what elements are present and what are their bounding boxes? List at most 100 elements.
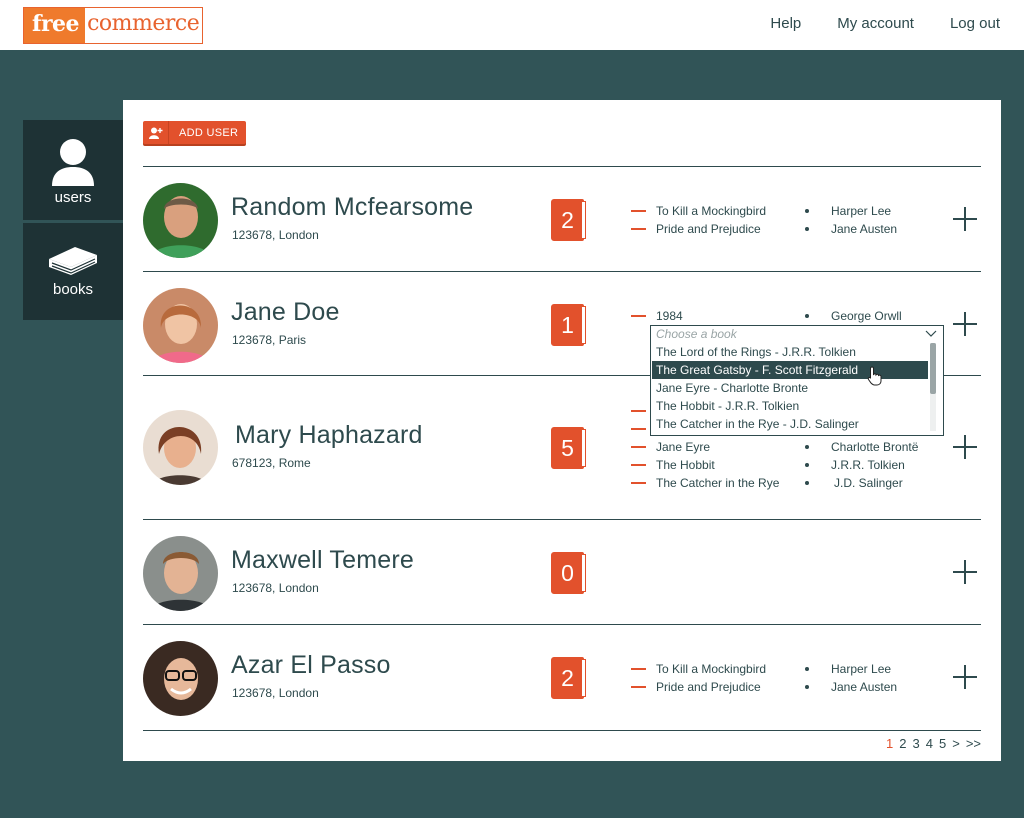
avatar [143,410,218,485]
chevron-down-icon[interactable] [925,327,937,339]
book-author: George Orwll [831,309,902,323]
dropdown-option[interactable]: The Lord of the Rings - J.R.R. Tolkien [652,343,928,361]
dropdown-option[interactable]: The Hobbit - J.R.R. Tolkien [652,397,928,415]
user-location: 678123, Rome [232,456,311,470]
book-count: 5 [561,434,574,461]
avatar [143,641,218,716]
user-name[interactable]: Azar El Passo [231,651,391,680]
book-title: The Catcher in the Rye [656,476,780,490]
add-user-icon [143,121,169,144]
remove-book-icon[interactable] [631,410,646,412]
bullet-icon [805,481,809,485]
hand-cursor-icon [867,366,882,386]
book-title: The Hobbit [656,458,715,472]
book-author: J.R.R. Tolkien [831,458,905,472]
freecommerce-logo[interactable]: free commerce [23,7,203,44]
remove-book-icon[interactable] [631,686,646,688]
book-count: 2 [561,664,574,691]
dropdown-option-selected[interactable]: The Great Gatsby - F. Scott Fitzgerald [652,361,928,379]
user-name[interactable]: Mary Haphazard [235,421,423,450]
last-page-link[interactable]: >> [966,736,981,751]
book-count: 2 [561,206,574,233]
book-author: Jane Austen [831,222,898,236]
book-count-badge: 5 [551,427,586,469]
book-author: Harper Lee [831,204,892,218]
logo-commerce-text: commerce [87,11,200,36]
book-author: Charlotte Brontë [831,440,919,454]
table-row: Azar El Passo 123678, London 2 To Kill a… [143,624,981,730]
choose-book-dropdown[interactable]: Choose a book The Lord of the Rings - J.… [650,325,944,436]
page-link[interactable]: 5 [939,736,946,751]
remove-book-icon[interactable] [631,428,646,430]
user-location: 123678, London [232,228,319,242]
my-account-link[interactable]: My account [837,15,914,32]
remove-book-icon[interactable] [631,210,646,212]
sidebar: users books [23,120,123,320]
add-book-plus-icon[interactable] [953,435,977,459]
user-location: 123678, Paris [232,333,307,347]
bullet-icon [805,463,809,467]
remove-book-icon[interactable] [631,315,646,317]
top-bar: free commerce Help My account Log out [0,0,1024,50]
dropdown-scrollbar-thumb[interactable] [930,343,936,394]
remove-book-icon[interactable] [631,668,646,670]
remove-book-icon[interactable] [631,228,646,230]
avatar [143,288,218,363]
next-page-link[interactable]: > [952,736,960,751]
bullet-icon [805,314,809,318]
sidebar-item-books[interactable]: books [23,223,123,320]
bullet-icon [805,445,809,449]
user-name[interactable]: Maxwell Temere [231,546,414,575]
remove-book-icon[interactable] [631,482,646,484]
page-link[interactable]: 2 [899,736,906,751]
book-author: J.D. Salinger [834,476,903,490]
remove-book-icon[interactable] [631,446,646,448]
sidebar-item-users[interactable]: users [23,120,123,220]
logo-free-text: free [24,8,86,43]
add-book-plus-icon[interactable] [953,560,977,584]
help-link[interactable]: Help [770,15,801,32]
user-icon [52,139,94,186]
book-count-badge: 2 [551,199,586,241]
book-count-badge: 2 [551,657,586,699]
book-count-badge: 1 [551,304,586,346]
book-author: Jane Austen [831,680,898,694]
book-title: Pride and Prejudice [656,222,761,236]
table-row: Maxwell Temere 123678, London 0 [143,519,981,624]
avatar [143,183,218,258]
page-link[interactable]: 4 [926,736,933,751]
log-out-link[interactable]: Log out [950,15,1000,32]
list-divider [143,730,981,731]
avatar [143,536,218,611]
book-author: Harper Lee [831,662,892,676]
user-location: 123678, London [232,686,319,700]
add-user-label: ADD USER [179,126,239,139]
book-title: Pride and Prejudice [656,680,761,694]
add-user-button[interactable]: ADD USER [143,121,246,144]
top-nav: Help My account Log out [770,15,1000,32]
bullet-icon [805,667,809,671]
bullet-icon [805,227,809,231]
sidebar-item-users-label: users [54,189,92,206]
book-stack-icon [49,247,97,275]
dropdown-option[interactable]: The Catcher in the Rye - J.D. Salinger [652,415,928,433]
book-title: Jane Eyre [656,440,711,454]
remove-book-icon[interactable] [631,464,646,466]
bullet-icon [805,209,809,213]
pagination: 1 2 3 4 5 > >> [886,736,981,751]
add-book-plus-icon[interactable] [953,207,977,231]
book-title: To Kill a Mockingbird [656,204,767,218]
book-count: 0 [561,559,574,586]
user-name[interactable]: Random Mcfearsome [231,193,473,222]
user-name[interactable]: Jane Doe [231,298,340,327]
dropdown-option[interactable]: Jane Eyre - Charlotte Bronte [652,379,928,397]
add-book-plus-icon[interactable] [953,312,977,336]
book-count-badge: 0 [551,552,586,594]
sidebar-item-books-label: books [52,281,94,298]
book-count: 1 [561,311,574,338]
add-book-plus-icon[interactable] [953,665,977,689]
page-link[interactable]: 3 [913,736,920,751]
book-title: To Kill a Mockingbird [656,662,767,676]
page-link-current[interactable]: 1 [886,736,893,751]
dropdown-placeholder: Choose a book [656,327,737,341]
